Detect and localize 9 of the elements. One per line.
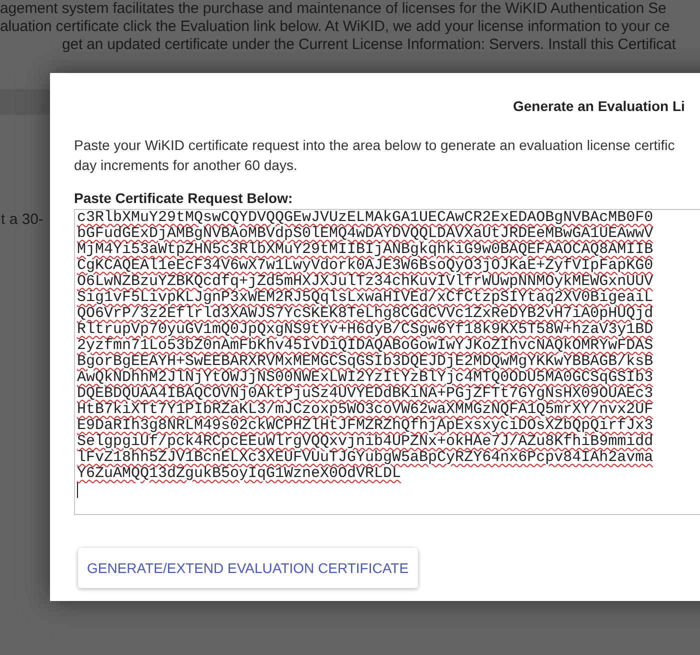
intro-text: get an updated certificate under the Current License Information: Servers. Install this Certificat	[61, 36, 676, 54]
dialog-title: Generate an Evaluation Li	[512, 98, 686, 116]
generate-certificate-button[interactable]: GENERATE/EXTEND EVALUATION CERTIFICATE	[78, 548, 418, 588]
body-text: t a 30-	[1, 211, 44, 228]
field-label: Paste Certificate Request Below:	[74, 190, 294, 206]
instructions-text: Paste your WiKID certificate request into the area below to generate an evaluation license certific day increments for another 60 days.	[74, 136, 676, 175]
intro-text: agement system facilitates the purchase and maintenance of licenses for the WiKID Authentication Se	[0, 0, 666, 18]
intro-text: aluation certificate click the Evaluation link below. At WiKID, we add your license information to your ce	[0, 18, 670, 36]
certificate-request-field[interactable]: c3RlbXMuY29tMQswCQYDVQQGEwJVUzELMAkGA1UECAwCR2ExEDAOBgNVBAcMB0F0 bGFudGExDjAMBgNVBAoMBVdpS0lEMQ4wDAYDVQQLDAVXaUtJRDEeMBwGA1UEAwwV MjM4Yi53aWtpZHN5c3RlbXMuY29tMIIBIjANBgkqhkiG9w0BAQEFAAOCAQ8AMIIB CgKCAQEAl1eEcF34V6wX7w1LwyVdork0AJE3W6BsoQyO3jOJKaE+ZyfVIpFapKG0 O6LwNZBzuYZBKQcdfq+jZd5mHXJXJulTz34chKuvIVlfrWUwpNNMOykMEWGxnUUV Sig1vF5LivpKLJgnP3xWEM2RJ5QqlsLxwaHIVEd/xCfCtzpSIYtaq2XV0BigeaiL QO6VrP/3z2Eflrld3XAWJS7YcSKEK8TeLhg8CGdCVVc1ZxReDYB2vH7iA0pHUQjd RltrupVp70yuGV1mQ0JpQxgNS9tYv+H6dyB/CSgw6Yf18k9KX5T58W+hzaV3y1BD 2yzfmn71Lo53bZ0nAmFbKhv45IvDiQIDAQABoGowIwYJKoZIhvcNAQkOMRYwFDAS BgorBgEEAYH+SwEEBARXRVMxMEMGCSqGSIb3DQEJDjE2MDQwMgYKKwYBBAGB/ksB AwQkNDhhM2JlNjYtOWJjNS00NWExLWI2YzItYzBlYjc4MTQ0ODU5MA0GCSqGSIb3 DQEBDQUAA4IBAQCOVNj0AktPjuSz4UVYEDdBKiNA+PGjZFTt7GYgNsHX09OUAEc3 HtB7kiXTt7Y1PIbRZaKL3/mJCzoxp5WO3coVW62waXMMGzNQFA1Q5mrXY/nvx2UF E9DaRIh3g8NRLM49s02ckWCPHZlHtJFMZRZhQfhjApExsxyciDOsXZbQpQirfJx3 SelgpgiUf/pck4RCpcEEuWlrgVQQxvjnib4UPZNx+okHAe7J/AZu8KfhiB9mmidd lFvZ18hh5ZJV1BcnELXc3XEUFVUuTJGYubgW5aBpCyRZY64nx6Pcpv84IAh2avma Y6ZuAMQQ13dZgukB5oyIqG1WzneX0OdVRLDL	[74, 209, 700, 515]
